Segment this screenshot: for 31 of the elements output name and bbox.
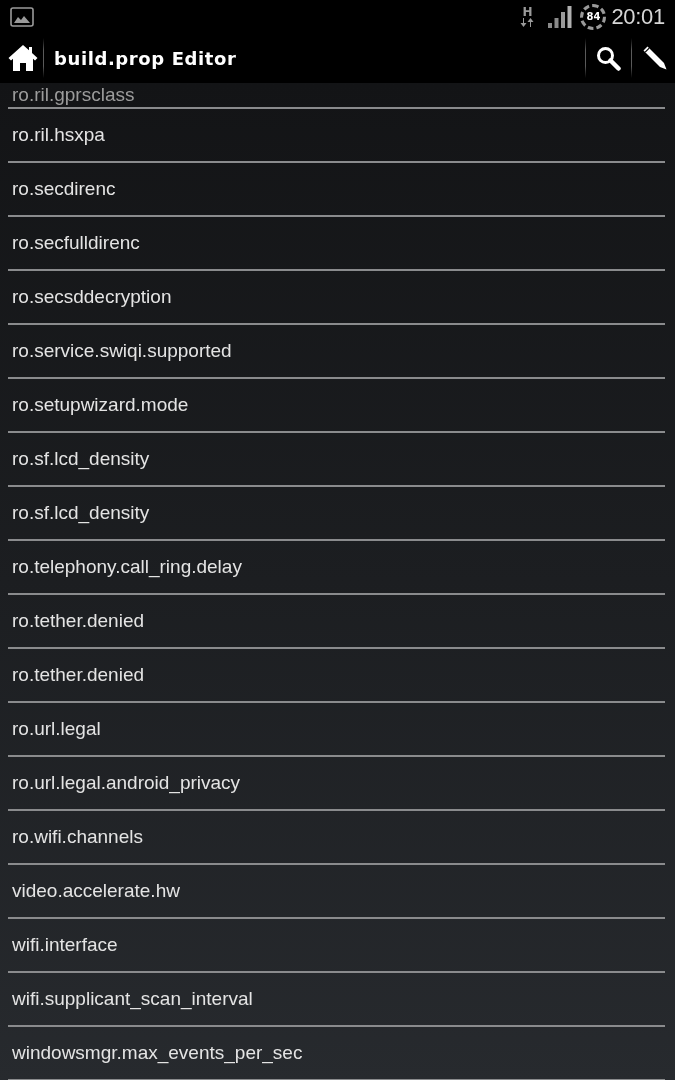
property-item[interactable]: ro.wifi.channels bbox=[8, 811, 665, 865]
battery-indicator: 84 bbox=[580, 3, 607, 30]
property-item[interactable]: ro.telephony.call_ring.delay bbox=[8, 541, 665, 595]
home-icon[interactable] bbox=[8, 44, 38, 72]
property-item[interactable]: ro.sf.lcd_density bbox=[8, 433, 665, 487]
property-item[interactable]: ro.ril.hsxpa bbox=[8, 109, 665, 163]
property-item[interactable]: ro.setupwizard.mode bbox=[8, 379, 665, 433]
search-button[interactable] bbox=[596, 45, 621, 71]
property-item[interactable]: ro.url.legal bbox=[8, 703, 665, 757]
property-item[interactable]: windowsmgr.max_events_per_sec bbox=[8, 1027, 665, 1080]
network-type: H bbox=[522, 6, 533, 18]
search-icon bbox=[596, 45, 621, 71]
edit-button[interactable] bbox=[643, 46, 667, 70]
property-item[interactable]: video.accelerate.hw bbox=[8, 865, 665, 919]
gallery-notification-icon bbox=[10, 6, 34, 27]
pencil-icon bbox=[643, 46, 667, 70]
data-arrows-icon bbox=[520, 18, 535, 27]
clock-time: 20:01 bbox=[611, 3, 665, 30]
app-title: build.prop Editor bbox=[54, 47, 237, 69]
property-item[interactable]: ro.ril.gprsclass bbox=[8, 83, 665, 109]
property-item[interactable]: ro.sf.lcd_density bbox=[8, 487, 665, 541]
property-item[interactable]: wifi.interface bbox=[8, 919, 665, 973]
property-item[interactable]: ro.secdirenc bbox=[8, 163, 665, 217]
signal-icon bbox=[548, 5, 574, 28]
property-item[interactable]: ro.service.swiqi.supported bbox=[8, 325, 665, 379]
property-item[interactable]: wifi.supplicant_scan_interval bbox=[8, 973, 665, 1027]
property-item[interactable]: ro.secsddecryption bbox=[8, 271, 665, 325]
property-item[interactable]: ro.tether.denied bbox=[8, 595, 665, 649]
property-item[interactable]: ro.tether.denied bbox=[8, 649, 665, 703]
property-item[interactable]: ro.secfulldirenc bbox=[8, 217, 665, 271]
property-item[interactable]: ro.url.legal.android_privacy bbox=[8, 757, 665, 811]
